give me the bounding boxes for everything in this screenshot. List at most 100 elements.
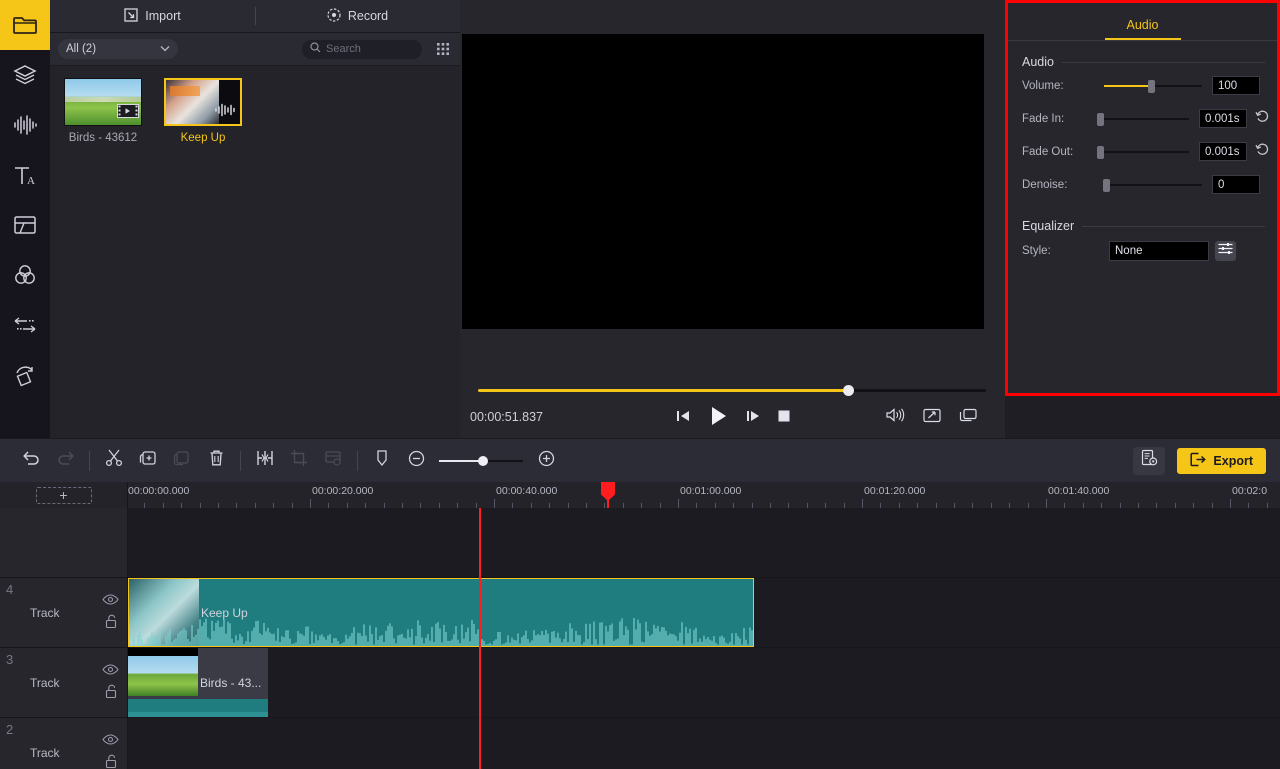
marker-button[interactable] xyxy=(365,446,399,476)
delete-button[interactable] xyxy=(199,446,233,476)
undo-button[interactable] xyxy=(14,446,48,476)
video-preview-canvas[interactable] xyxy=(462,34,984,329)
split-button[interactable] xyxy=(97,446,131,476)
tab-import[interactable]: Import xyxy=(50,0,255,32)
progress-knob[interactable] xyxy=(842,385,854,396)
denoise-slider[interactable] xyxy=(1102,177,1202,193)
track-header[interactable]: 2 Track xyxy=(0,718,128,769)
equalizer-style-dropdown[interactable]: None xyxy=(1109,241,1209,261)
track-lane[interactable] xyxy=(128,718,1280,769)
audio-section-header: Audio xyxy=(1008,41,1277,69)
media-item-birds[interactable]: Birds - 43612 xyxy=(64,78,142,144)
rail-item-color-filters[interactable] xyxy=(0,250,50,300)
motion-icon xyxy=(12,363,38,387)
add-to-timeline-button[interactable] xyxy=(131,446,165,476)
search-input[interactable] xyxy=(326,43,410,55)
pip-button[interactable] xyxy=(316,446,350,476)
zoom-slider-knob[interactable] xyxy=(477,455,488,466)
track-lock-toggle[interactable] xyxy=(104,754,119,769)
clip-title: Birds - 43... xyxy=(200,675,262,690)
audio-badge-icon xyxy=(214,103,238,122)
fade-in-reset-button[interactable] xyxy=(1255,109,1269,128)
timeline-clip-audio[interactable]: Keep Up xyxy=(128,578,754,647)
denoise-input[interactable] xyxy=(1212,175,1260,194)
timeline-zoom-slider[interactable] xyxy=(439,454,523,468)
track-number: 4 xyxy=(6,582,14,597)
fade-out-reset-button[interactable] xyxy=(1255,142,1269,161)
slider-knob[interactable] xyxy=(1102,178,1110,192)
track-visibility-toggle[interactable] xyxy=(102,732,119,750)
zoom-slider-fill xyxy=(439,459,483,462)
equalizer-settings-button[interactable] xyxy=(1215,241,1236,261)
search-box[interactable] xyxy=(302,39,422,59)
media-item-keep-up[interactable]: Keep Up xyxy=(164,78,242,144)
zoom-out-button[interactable] xyxy=(399,446,433,476)
rail-item-media-library[interactable] xyxy=(0,0,50,50)
slider-knob[interactable] xyxy=(1148,79,1156,93)
volume-slider[interactable] xyxy=(1104,78,1202,94)
timeline-clip-video[interactable]: Birds - 43... xyxy=(128,648,268,717)
rail-item-audio[interactable] xyxy=(0,100,50,150)
rail-item-transitions[interactable] xyxy=(0,300,50,350)
progress-fill xyxy=(478,389,848,392)
stop-button[interactable] xyxy=(777,409,791,428)
media-thumbnail xyxy=(64,78,142,126)
section-divider xyxy=(1061,61,1265,63)
media-filter-dropdown[interactable]: All (2) xyxy=(58,39,178,59)
pip-icon xyxy=(324,449,342,472)
add-track-button[interactable]: + xyxy=(35,486,92,504)
trim-button[interactable] xyxy=(248,446,282,476)
copy-button[interactable] xyxy=(165,446,199,476)
rail-item-layers[interactable] xyxy=(0,50,50,100)
tab-record[interactable]: Record xyxy=(255,0,460,32)
track-lane[interactable]: Birds - 43... xyxy=(128,648,1280,717)
ruler-label: 00:02:0 xyxy=(1232,485,1268,497)
equalizer-section-header: Equalizer xyxy=(1008,201,1277,233)
track-visibility-toggle[interactable] xyxy=(102,592,119,610)
reset-icon xyxy=(1255,109,1269,128)
track-lane[interactable] xyxy=(128,508,1280,577)
trash-icon xyxy=(208,449,225,472)
slider-knob[interactable] xyxy=(1096,145,1104,159)
track-header[interactable]: 4 Track xyxy=(0,578,128,647)
ruler-tick xyxy=(678,499,679,508)
timeline-ruler[interactable]: 00:00:00.000 00:00:20.000 00:00:40.000 00:0… xyxy=(128,482,1280,508)
fade-in-input[interactable] xyxy=(1199,109,1247,128)
crop-button[interactable] xyxy=(282,446,316,476)
next-frame-button[interactable] xyxy=(745,408,761,429)
tab-record-label: Record xyxy=(347,9,389,23)
tab-audio[interactable]: Audio xyxy=(1104,18,1181,40)
record-icon xyxy=(327,7,341,25)
fade-in-slider[interactable] xyxy=(1096,111,1189,127)
fade-out-input[interactable] xyxy=(1199,142,1247,161)
volume-button[interactable] xyxy=(885,407,905,428)
play-button[interactable] xyxy=(707,405,729,432)
media-item-label: Keep Up xyxy=(180,132,226,144)
volume-input[interactable] xyxy=(1212,76,1260,95)
snapshot-button[interactable] xyxy=(959,408,977,428)
grid-view-toggle[interactable] xyxy=(434,40,452,58)
unlock-icon xyxy=(105,684,117,699)
ruler-tick xyxy=(494,499,495,508)
slider-knob[interactable] xyxy=(1096,112,1104,126)
project-settings-button[interactable] xyxy=(1133,446,1166,475)
rail-item-split-screen[interactable] xyxy=(0,200,50,250)
track-lock-toggle[interactable] xyxy=(104,614,119,634)
track-visibility-toggle[interactable] xyxy=(102,662,119,680)
rail-item-text[interactable]: A xyxy=(0,150,50,200)
track-label: Track xyxy=(30,675,60,690)
export-button[interactable]: Export xyxy=(1177,447,1266,474)
fullscreen-button[interactable] xyxy=(923,408,941,428)
preview-progress-bar[interactable] xyxy=(478,385,986,397)
video-badge-icon xyxy=(117,104,139,123)
track-header[interactable]: 3 Track xyxy=(0,648,128,717)
redo-button[interactable] xyxy=(48,446,82,476)
track-lock-toggle[interactable] xyxy=(104,684,119,704)
fade-out-slider[interactable] xyxy=(1096,144,1189,160)
fade-out-row: Fade Out: xyxy=(1008,135,1277,168)
track-header[interactable] xyxy=(0,508,128,577)
zoom-in-button[interactable] xyxy=(529,446,563,476)
rail-item-motion[interactable] xyxy=(0,350,50,400)
track-lane[interactable]: Keep Up xyxy=(128,578,1280,647)
prev-frame-button[interactable] xyxy=(675,408,691,429)
